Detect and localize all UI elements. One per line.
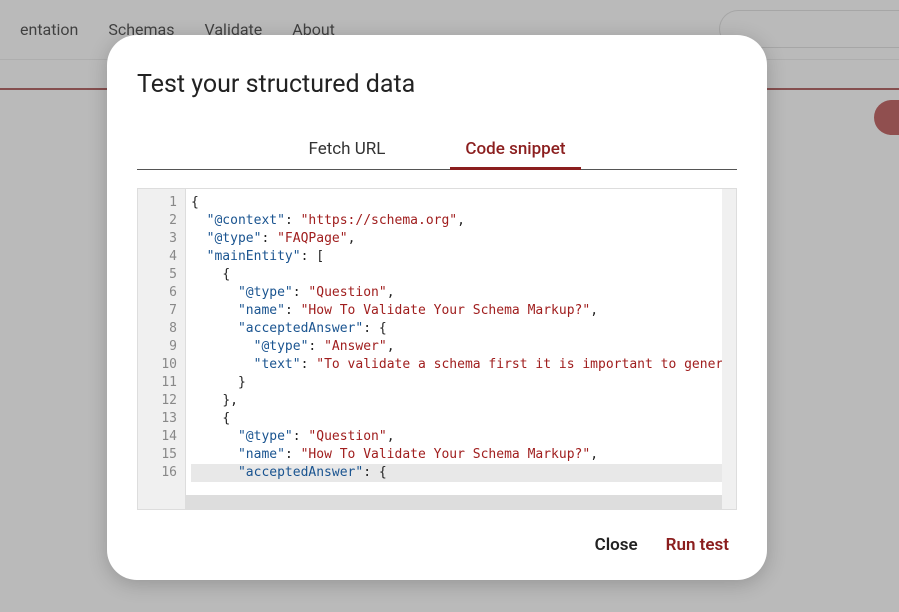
line-number: 16 <box>138 464 177 482</box>
code-line: "text": "To validate a schema first it i… <box>191 356 731 374</box>
line-number-gutter: 12345678910111213141516 <box>138 189 186 509</box>
line-number: 14 <box>138 428 177 446</box>
tab-code-snippet[interactable]: Code snippet <box>450 129 580 169</box>
run-test-button[interactable]: Run test <box>666 535 729 555</box>
code-editor[interactable]: 12345678910111213141516 { "@context": "h… <box>137 188 737 510</box>
modal-footer: Close Run test <box>137 510 737 555</box>
code-line: { <box>191 410 731 428</box>
vertical-scrollbar[interactable] <box>722 189 736 509</box>
line-number: 6 <box>138 284 177 302</box>
line-number: 12 <box>138 392 177 410</box>
code-line: "@context": "https://schema.org", <box>191 212 731 230</box>
line-number: 3 <box>138 230 177 248</box>
line-number: 8 <box>138 320 177 338</box>
code-line: "acceptedAnswer": { <box>191 464 731 482</box>
code-line: "mainEntity": [ <box>191 248 731 266</box>
line-number: 10 <box>138 356 177 374</box>
line-number: 15 <box>138 446 177 464</box>
code-line: "@type": "FAQPage", <box>191 230 731 248</box>
code-line: "@type": "Answer", <box>191 338 731 356</box>
tab-fetch-url[interactable]: Fetch URL <box>293 129 400 169</box>
code-line: "name": "How To Validate Your Schema Mar… <box>191 446 731 464</box>
code-line: "@type": "Question", <box>191 284 731 302</box>
close-button[interactable]: Close <box>595 535 638 555</box>
line-number: 7 <box>138 302 177 320</box>
modal-title: Test your structured data <box>137 70 737 99</box>
code-line: "name": "How To Validate Your Schema Mar… <box>191 302 731 320</box>
structured-data-modal: Test your structured data Fetch URL Code… <box>107 35 767 580</box>
code-line: } <box>191 374 731 392</box>
code-line: "@type": "Question", <box>191 428 731 446</box>
code-content[interactable]: { "@context": "https://schema.org", "@ty… <box>186 189 736 509</box>
line-number: 2 <box>138 212 177 230</box>
code-line: { <box>191 194 731 212</box>
line-number: 11 <box>138 374 177 392</box>
horizontal-scrollbar[interactable] <box>186 495 722 509</box>
code-line: }, <box>191 392 731 410</box>
code-line: "acceptedAnswer": { <box>191 320 731 338</box>
line-number: 13 <box>138 410 177 428</box>
line-number: 5 <box>138 266 177 284</box>
line-number: 4 <box>138 248 177 266</box>
modal-tabs: Fetch URL Code snippet <box>137 129 737 170</box>
line-number: 9 <box>138 338 177 356</box>
code-line: { <box>191 266 731 284</box>
line-number: 1 <box>138 194 177 212</box>
